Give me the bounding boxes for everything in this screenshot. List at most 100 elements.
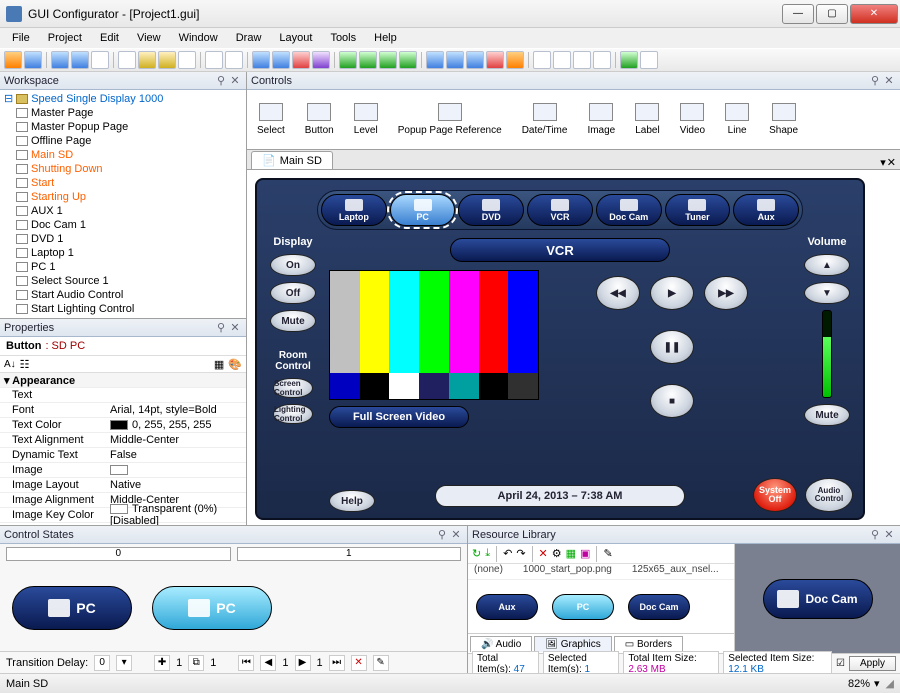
source-pc-button[interactable]: PC: [390, 194, 456, 226]
toolbar-cut-icon[interactable]: [118, 51, 136, 69]
transition-delay-value[interactable]: 0: [94, 655, 110, 671]
audio-control-button[interactable]: Audio Control: [805, 478, 853, 512]
resource-tab-audio[interactable]: 🔊 Audio: [470, 636, 532, 652]
volume-down-button[interactable]: ▼: [804, 282, 850, 304]
pin-icon[interactable]: ⚲: [214, 74, 228, 87]
sort-az-icon[interactable]: A↓: [4, 359, 16, 370]
close-icon[interactable]: ✕: [228, 74, 242, 87]
property-row[interactable]: Text: [0, 388, 246, 403]
source-tuner-button[interactable]: Tuner: [665, 194, 731, 226]
refresh-icon[interactable]: ↻: [472, 547, 481, 560]
designer-tab[interactable]: 📄 Main SD: [251, 151, 333, 169]
window-close-button[interactable]: ✕: [850, 4, 898, 24]
control-level[interactable]: Level: [354, 103, 378, 136]
toolbar-align-top-icon[interactable]: [399, 51, 417, 69]
control-button[interactable]: Button: [305, 103, 334, 136]
pin-icon[interactable]: ⚲: [214, 321, 228, 334]
toolbar-open-icon[interactable]: [24, 51, 42, 69]
tree-item[interactable]: Starting Up: [4, 190, 242, 204]
tree-item[interactable]: Shutting Down: [4, 162, 242, 176]
pause-button[interactable]: ❚❚: [650, 330, 694, 364]
tree-item[interactable]: Main SD: [4, 148, 242, 162]
resource-item[interactable]: PC: [552, 594, 614, 620]
undo-icon[interactable]: ↶: [503, 547, 512, 560]
toolbar-help-icon[interactable]: [640, 51, 658, 69]
toolbar-samewidth-icon[interactable]: [466, 51, 484, 69]
display-off-button[interactable]: Off: [270, 282, 316, 304]
display-on-button[interactable]: On: [270, 254, 316, 276]
state-preview-off[interactable]: PC: [12, 586, 132, 630]
property-row[interactable]: ▾ Appearance: [0, 373, 246, 388]
resize-grip-icon[interactable]: ◢: [886, 677, 894, 690]
categorized-icon[interactable]: ☷: [20, 358, 30, 371]
menu-window[interactable]: Window: [171, 30, 226, 46]
toolbar-send-back2-icon[interactable]: [553, 51, 571, 69]
import-icon[interactable]: ⤓: [485, 547, 490, 560]
volume-mute-button[interactable]: Mute: [804, 404, 850, 426]
control-line[interactable]: Line: [725, 103, 749, 136]
duplicate-state-icon[interactable]: ⧉: [188, 655, 204, 671]
nav-last-icon[interactable]: ⏭: [329, 655, 345, 671]
source-dvd-button[interactable]: DVD: [458, 194, 524, 226]
control-date-time[interactable]: Date/Time: [522, 103, 568, 136]
fastforward-button[interactable]: ▶▶: [704, 276, 748, 310]
stop-button[interactable]: ■: [650, 384, 694, 418]
property-row[interactable]: Image Key ColorTransparent (0%) [Disable…: [0, 508, 246, 523]
resource-tab-borders[interactable]: ▭ Borders: [614, 636, 683, 652]
property-row[interactable]: Text AlignmentMiddle-Center: [0, 433, 246, 448]
close-icon[interactable]: ✕: [449, 528, 463, 541]
toolbar-delete-icon[interactable]: [292, 51, 310, 69]
control-video[interactable]: Video: [680, 103, 705, 136]
toolbar-save-icon[interactable]: [51, 51, 69, 69]
display-mute-button[interactable]: Mute: [270, 310, 316, 332]
toolbar-undo-icon[interactable]: [205, 51, 223, 69]
property-row[interactable]: FontArial, 14pt, style=Bold: [0, 403, 246, 418]
tree-item[interactable]: Start: [4, 176, 242, 190]
close-icon[interactable]: ✕: [882, 528, 896, 541]
menu-edit[interactable]: Edit: [92, 30, 127, 46]
workspace-tree[interactable]: ⊟ Speed Single Display 1000 Master Page …: [0, 90, 246, 318]
system-off-button[interactable]: System Off: [753, 478, 797, 512]
source-vcr-button[interactable]: VCR: [527, 194, 593, 226]
tree-item[interactable]: Start Audio Control: [4, 288, 242, 302]
tab-dropdown-icon[interactable]: ▾: [880, 156, 886, 169]
toolbar-align-left-icon[interactable]: [339, 51, 357, 69]
window-minimize-button[interactable]: —: [782, 4, 814, 24]
tree-item[interactable]: Master Page: [4, 106, 242, 120]
redo-icon[interactable]: ↷: [516, 547, 525, 560]
volume-up-button[interactable]: ▲: [804, 254, 850, 276]
delete-state-icon[interactable]: ✕: [351, 655, 367, 671]
apply-checkbox[interactable]: ☑: [836, 658, 845, 669]
property-row[interactable]: Dynamic TextFalse: [0, 448, 246, 463]
menu-tools[interactable]: Tools: [322, 30, 364, 46]
tree-item[interactable]: Start Lighting Control: [4, 302, 242, 316]
view-icon[interactable]: ▦: [566, 547, 576, 560]
screen-control-button[interactable]: Screen Control: [273, 378, 313, 398]
toolbar-send-back-icon[interactable]: [533, 51, 551, 69]
control-label[interactable]: Label: [635, 103, 659, 136]
toolbar-distribute-v-icon[interactable]: [446, 51, 464, 69]
delete-resource-icon[interactable]: ✕: [539, 547, 548, 560]
toolbar-distribute-h-icon[interactable]: [426, 51, 444, 69]
control-popup-page-reference[interactable]: Popup Page Reference: [398, 103, 502, 136]
toolbar-snap-icon[interactable]: [272, 51, 290, 69]
color-icon[interactable]: ▣: [580, 547, 590, 560]
fullscreen-button[interactable]: Full Screen Video: [329, 406, 469, 428]
pin-icon[interactable]: ⚲: [868, 528, 882, 541]
toolbar-grid-icon[interactable]: [252, 51, 270, 69]
menu-help[interactable]: Help: [366, 30, 405, 46]
source-doc-cam-button[interactable]: Doc Cam: [596, 194, 662, 226]
toolbar-bring-front-icon[interactable]: [506, 51, 524, 69]
source-aux-button[interactable]: Aux: [733, 194, 799, 226]
property-row[interactable]: Image LayoutNative: [0, 478, 246, 493]
toolbar-align-center-icon[interactable]: [359, 51, 377, 69]
toolbar-saveall-icon[interactable]: [71, 51, 89, 69]
control-shape[interactable]: Shape: [769, 103, 798, 136]
menu-project[interactable]: Project: [40, 30, 90, 46]
apply-button[interactable]: Apply: [849, 656, 896, 671]
toolbar-sameheight-icon[interactable]: [486, 51, 504, 69]
rename-state-icon[interactable]: ✎: [373, 655, 389, 671]
toolbar-new-icon[interactable]: [4, 51, 22, 69]
tree-item[interactable]: Laptop 1: [4, 246, 242, 260]
control-select[interactable]: Select: [257, 103, 285, 136]
